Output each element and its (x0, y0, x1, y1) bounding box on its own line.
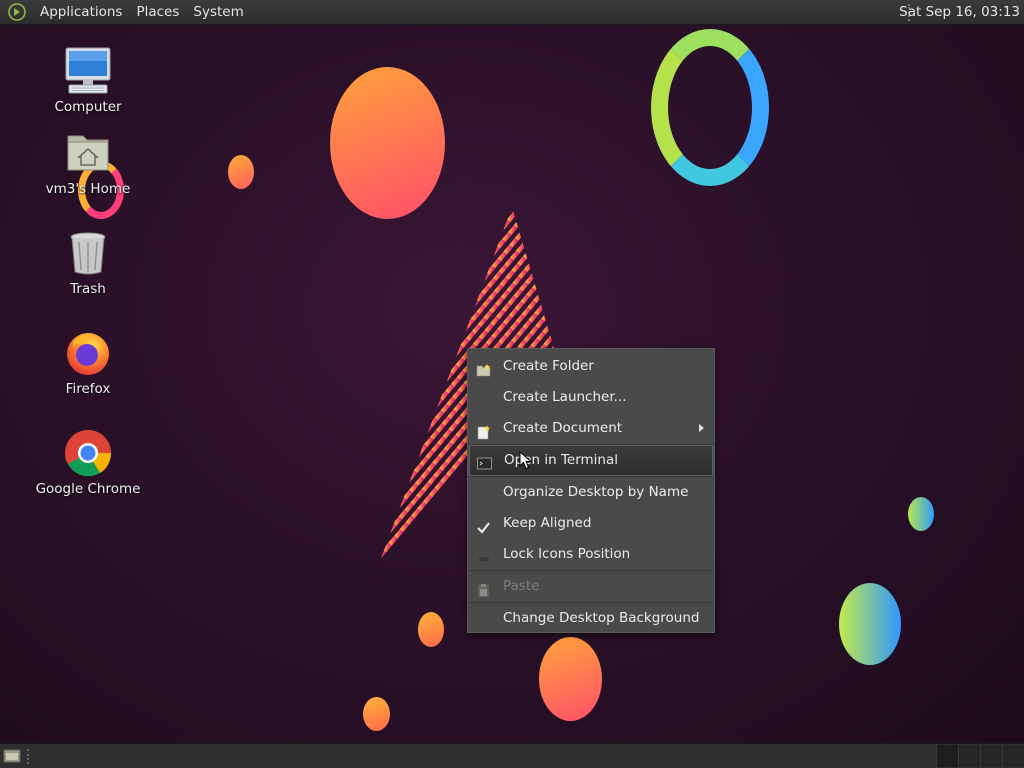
bottom-panel (0, 743, 1024, 768)
chrome-icon (63, 428, 113, 478)
show-desktop-icon[interactable] (3, 748, 21, 764)
bg-circle-orange-small (228, 155, 254, 189)
checkmark-icon (476, 516, 491, 534)
desktop-icon-home[interactable]: vm3's Home (33, 128, 143, 197)
bg-circle-green-blue-large (839, 583, 901, 665)
menu-item-open-in-terminal[interactable]: Open in Terminal (469, 445, 713, 476)
bg-circle-orange-mid (539, 637, 602, 721)
desktop-icon-trash[interactable]: Trash (33, 228, 143, 297)
menu-item-keep-aligned[interactable]: Keep Aligned (468, 508, 714, 539)
menu-item-create-document[interactable]: Create Document (468, 413, 714, 444)
desktop-context-menu: Create Folder Create Launcher... Create … (467, 348, 715, 633)
firefox-icon (63, 328, 113, 378)
menu-item-paste: Paste (468, 571, 714, 602)
menu-item-create-folder[interactable]: Create Folder (468, 351, 714, 382)
workspace-2[interactable] (958, 745, 980, 767)
desktop-icon-chrome[interactable]: Google Chrome (33, 428, 143, 497)
bg-circle-green-blue-small (908, 497, 934, 531)
menu-system[interactable]: System (186, 0, 250, 25)
lock-toggle-icon (476, 547, 491, 562)
submenu-arrow-icon (699, 424, 704, 432)
top-panel: Applications Places System Sat Sep 16, 0… (0, 0, 1024, 25)
home-folder-icon (63, 128, 113, 178)
desktop-icon-label: Computer (54, 99, 122, 115)
clock[interactable]: Sat Sep 16, 03:13 (899, 0, 1020, 25)
trash-icon (63, 228, 113, 278)
workspace-4[interactable] (1002, 745, 1024, 767)
bg-circle-orange-tiny-2 (363, 697, 390, 731)
workspace-3[interactable] (980, 745, 1002, 767)
computer-icon (63, 46, 113, 96)
terminal-icon (477, 453, 492, 470)
menu-applications[interactable]: Applications (33, 0, 129, 25)
bg-ring-gradient (651, 29, 769, 186)
desktop-icon-firefox[interactable]: Firefox (33, 328, 143, 397)
bg-circle-orange-large (330, 67, 445, 219)
bg-circle-orange-tiny-1 (418, 612, 444, 647)
paste-icon (476, 579, 491, 598)
panel-grip[interactable] (27, 749, 31, 764)
folder-new-icon (476, 359, 491, 377)
desktop-icon-label: Firefox (65, 381, 111, 397)
menu-places[interactable]: Places (129, 0, 186, 25)
menu-item-organize-desktop-by-name[interactable]: Organize Desktop by Name (468, 477, 714, 508)
document-new-icon (476, 421, 491, 440)
mouse-cursor-icon (519, 451, 533, 470)
menu-item-create-launcher[interactable]: Create Launcher... (468, 382, 714, 413)
menu-item-lock-icons-position[interactable]: Lock Icons Position (468, 539, 714, 570)
desktop-icon-computer[interactable]: Computer (33, 46, 143, 115)
desktop-icon-label: vm3's Home (45, 181, 131, 197)
workspace-1[interactable] (936, 745, 958, 767)
desktop-icon-label: Trash (70, 281, 106, 297)
desktop-icon-label: Google Chrome (35, 481, 141, 497)
menu-item-change-desktop-background[interactable]: Change Desktop Background (468, 603, 714, 634)
menu-logo-icon[interactable] (7, 2, 27, 22)
